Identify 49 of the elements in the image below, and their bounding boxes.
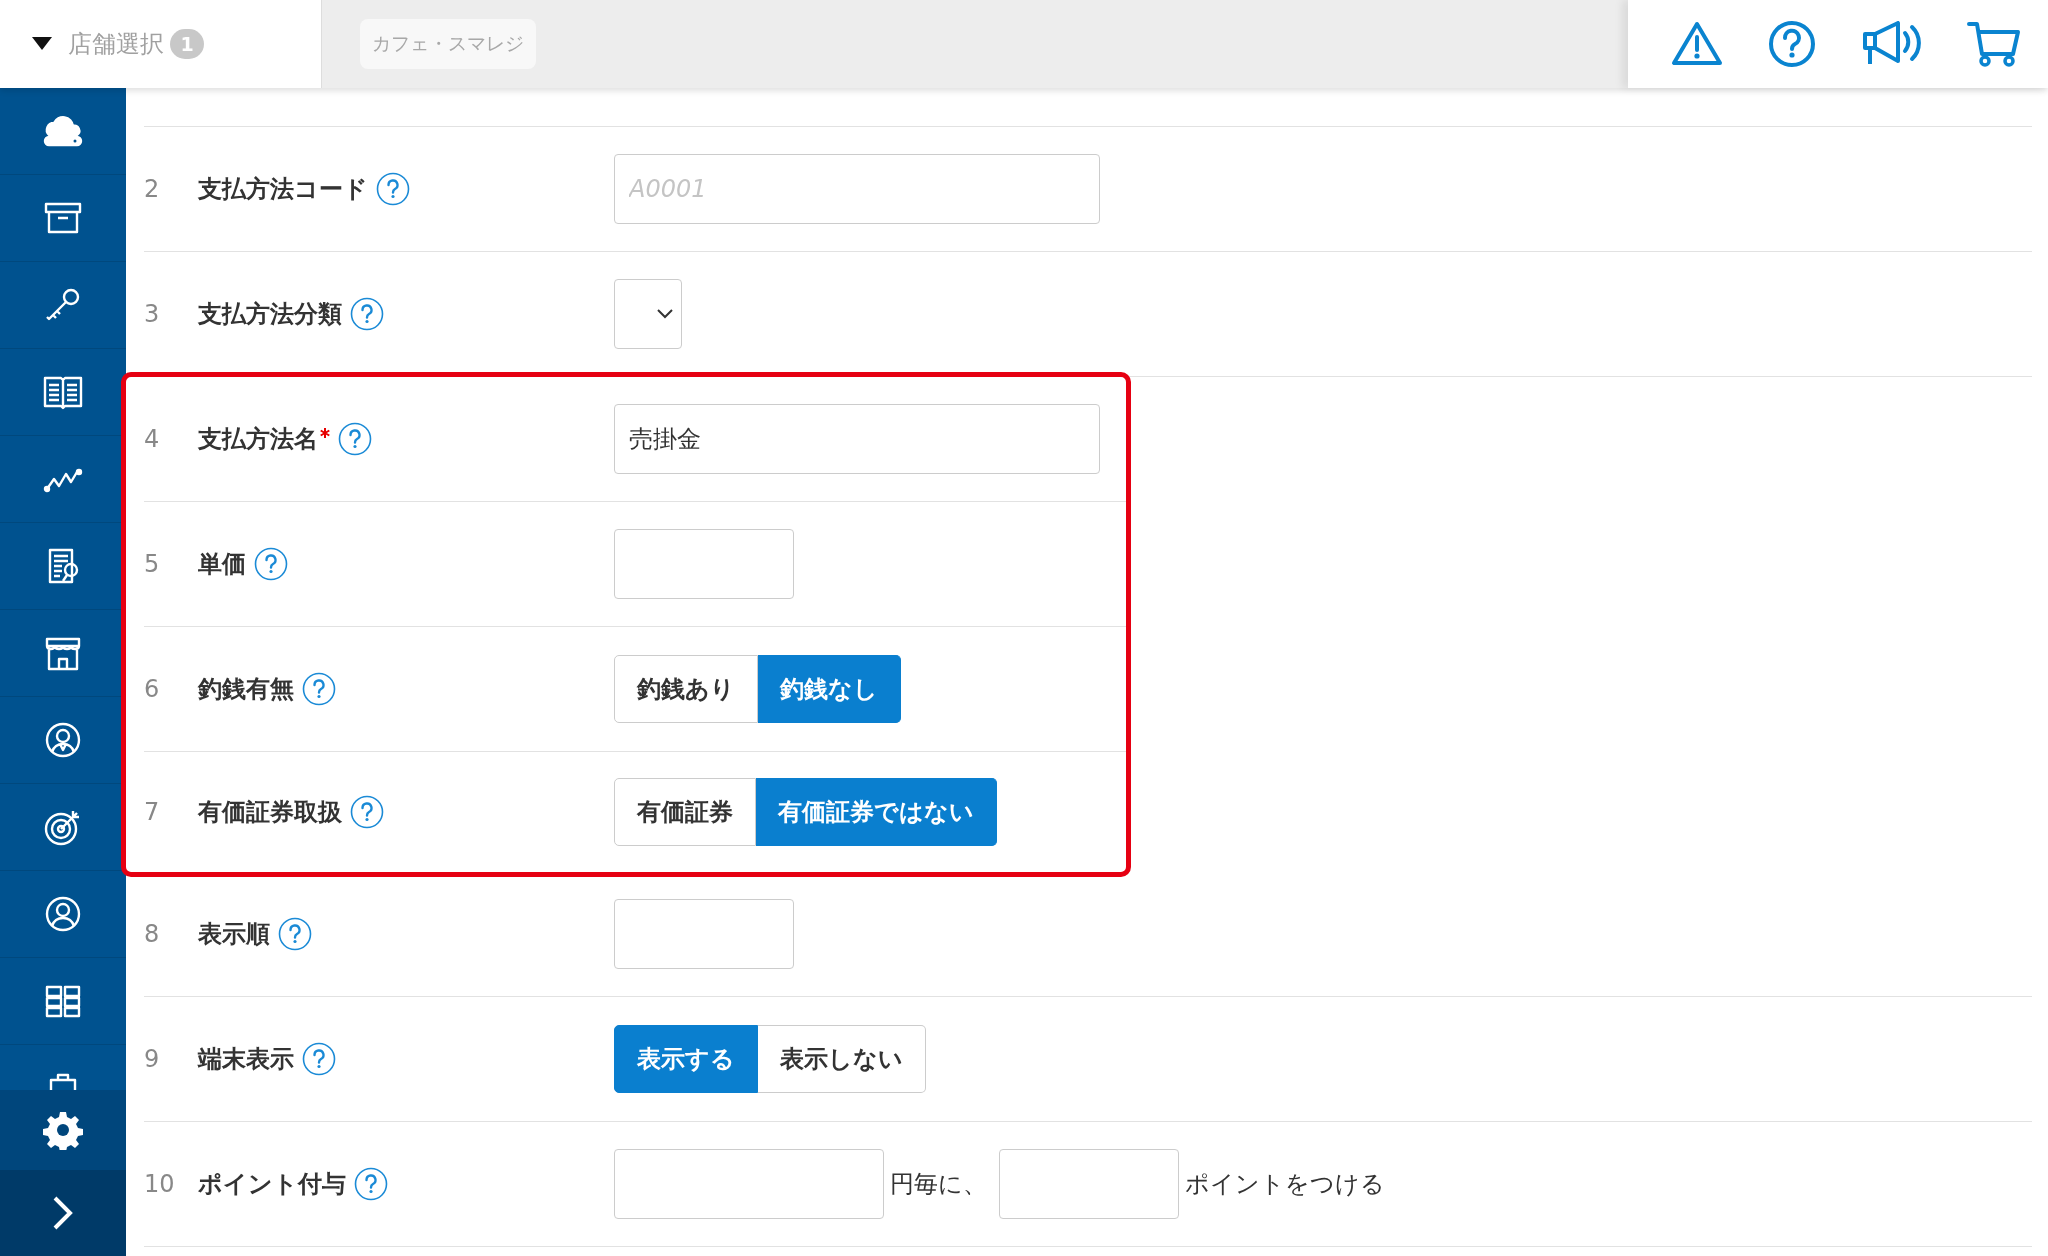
- row-number: 9: [144, 1045, 161, 1073]
- field-label: ポイント付与: [198, 1169, 346, 1200]
- help-icon[interactable]: [376, 172, 410, 206]
- megaphone-icon[interactable]: [1861, 21, 1922, 67]
- field-label: 端末表示: [198, 1044, 294, 1075]
- row-number: 3: [144, 300, 161, 328]
- field-label: 釣銭有無: [198, 674, 294, 705]
- text-input[interactable]: [614, 899, 794, 969]
- toggle-option[interactable]: 有価証券ではない: [756, 778, 997, 846]
- toggle-option[interactable]: 表示しない: [758, 1025, 926, 1093]
- toggle-option[interactable]: 表示する: [614, 1025, 758, 1093]
- text-input[interactable]: 売掛金: [614, 404, 1100, 474]
- chevron-down-icon: [657, 309, 673, 319]
- cart-icon[interactable]: [1967, 20, 2022, 68]
- field-label: 表示順: [198, 919, 270, 950]
- field-label: 支払方法コード: [198, 174, 368, 205]
- unit-text: 円毎に、: [890, 1169, 987, 1200]
- help-icon[interactable]: [350, 297, 384, 331]
- toggle-option[interactable]: 有価証券: [614, 778, 756, 846]
- row-number: 5: [144, 550, 161, 578]
- unit-text: ポイントをつける: [1185, 1169, 1385, 1200]
- toggle-option[interactable]: 釣銭あり: [614, 655, 758, 723]
- help-icon[interactable]: [354, 1167, 388, 1201]
- row-number: 8: [144, 920, 161, 948]
- help-icon[interactable]: [338, 422, 372, 456]
- row-number: 10: [144, 1170, 176, 1198]
- field-label: 支払方法名: [198, 424, 318, 455]
- help-icon[interactable]: [1768, 20, 1817, 68]
- field-label: 単価: [198, 549, 246, 580]
- help-icon[interactable]: [254, 547, 288, 581]
- store-chip: カフェ・スマレジ: [360, 19, 536, 69]
- row-number: 6: [144, 675, 161, 703]
- caret-icon: [32, 37, 52, 51]
- field-label: 支払方法分類: [198, 299, 342, 330]
- field-label: 有価証券取扱: [198, 797, 342, 828]
- row-number: 4: [144, 425, 161, 453]
- row-number: 2: [144, 175, 161, 203]
- points-input[interactable]: [999, 1149, 1179, 1219]
- amount-input[interactable]: [614, 1149, 884, 1219]
- help-icon[interactable]: [278, 917, 312, 951]
- help-icon[interactable]: [350, 795, 384, 829]
- text-input[interactable]: [614, 529, 794, 599]
- warning-icon[interactable]: [1670, 21, 1723, 67]
- toggle-option[interactable]: 釣銭なし: [758, 655, 901, 723]
- chevron-right-icon[interactable]: [51, 1195, 75, 1231]
- row-number: 7: [144, 798, 161, 826]
- settings-icon[interactable]: [43, 1110, 83, 1150]
- help-icon[interactable]: [302, 672, 336, 706]
- help-icon[interactable]: [302, 1042, 336, 1076]
